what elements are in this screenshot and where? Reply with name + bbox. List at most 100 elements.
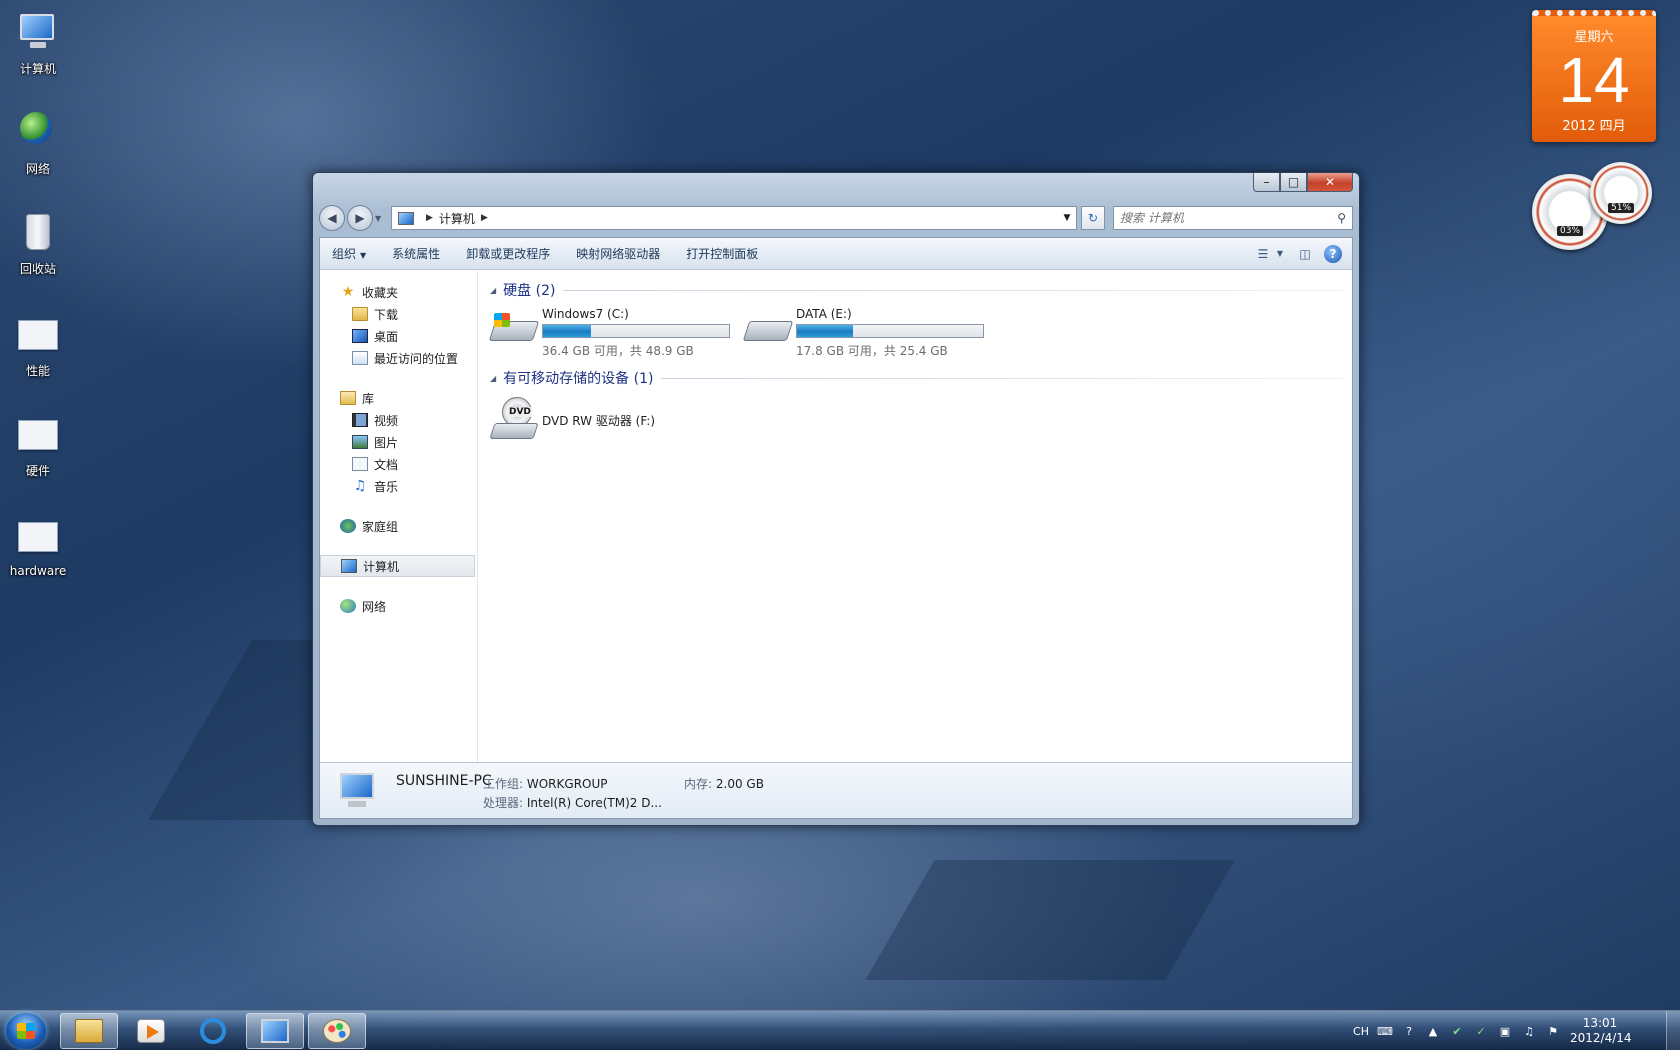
picture-icon xyxy=(352,435,368,449)
chevron-up-icon[interactable]: ▲ xyxy=(1424,1022,1442,1040)
search-box[interactable]: ⚲ xyxy=(1113,206,1353,230)
document-icon xyxy=(352,457,368,471)
refresh-button[interactable]: ↻ xyxy=(1081,206,1105,230)
network-icon xyxy=(340,599,356,613)
arrow-right-icon: ▶ xyxy=(355,211,365,225)
taskbar-paint[interactable] xyxy=(308,1013,366,1049)
content-pane: ◢ 硬盘 (2) Windows7 (C:) 36.4 GB 可用，共 48.9… xyxy=(480,271,1352,762)
close-button[interactable]: ✕ xyxy=(1307,173,1353,192)
system-properties-button[interactable]: 系统属性 xyxy=(392,245,440,262)
breadcrumb-separator[interactable]: ▶ xyxy=(481,213,488,223)
help-icon[interactable]: ? xyxy=(1324,244,1342,263)
nav-pictures[interactable]: 图片 xyxy=(320,431,477,453)
taskbar-computer-window[interactable] xyxy=(246,1013,304,1049)
taskbar: CH ⌨ ? ▲ ✔ ✓ ▣ ♫ ⚑ 13:01 2012/4/14 xyxy=(0,1010,1680,1050)
drive-item[interactable]: DATA (E:) 17.8 GB 可用，共 25.4 GB xyxy=(742,307,998,359)
nav-documents[interactable]: 文档 xyxy=(320,453,477,475)
action-center-flag-icon[interactable]: ⚑ xyxy=(1544,1022,1562,1040)
recent-pages-dropdown[interactable]: ▼ xyxy=(375,214,385,223)
start-button[interactable] xyxy=(6,1013,46,1049)
forward-button[interactable]: ▶ xyxy=(347,205,373,231)
preview-pane-icon[interactable]: ◫ xyxy=(1294,244,1316,264)
calendar-gadget[interactable]: 星期六 14 2012 四月 xyxy=(1532,10,1656,142)
recent-places-icon xyxy=(352,351,368,365)
nav-libraries[interactable]: 库 xyxy=(320,387,477,409)
desktop-icon-hardware-cn[interactable]: 硬件 xyxy=(4,410,72,479)
nav-computer[interactable]: 计算机 xyxy=(320,555,475,577)
drive-free-space: 36.4 GB 可用，共 48.9 GB xyxy=(542,344,694,358)
dvd-drive-item[interactable]: DVD DVD RW 驱动器 (F:) xyxy=(489,389,1344,443)
calendar-year-month: 2012 四月 xyxy=(1562,119,1626,134)
address-dropdown-icon[interactable]: ▼ xyxy=(1058,213,1076,223)
keyboard-icon[interactable]: ⌨ xyxy=(1376,1022,1394,1040)
desktop-icon-performance[interactable]: 性能 xyxy=(4,310,72,379)
maximize-button[interactable]: □ xyxy=(1280,173,1307,192)
hard-disk-list: Windows7 (C:) 36.4 GB 可用，共 48.9 GB DATA … xyxy=(488,301,1344,367)
refresh-icon: ↻ xyxy=(1087,211,1099,225)
nav-desktop[interactable]: 桌面 xyxy=(320,325,477,347)
calendar-weekday: 星期六 xyxy=(1574,30,1614,45)
desktop-icon-computer[interactable]: 计算机 xyxy=(4,8,72,77)
nav-homegroup[interactable]: 家庭组 xyxy=(320,515,477,537)
computer-name: SUNSHINE-PC xyxy=(396,773,492,789)
system-drive-icon xyxy=(488,307,540,347)
explorer-window: – □ ✕ ◀ ▶ ▼ ▶ 计算机 ▶ ▼ ↻ ⚲ 组织▼ 系统属性 卸载或更改… xyxy=(312,172,1360,826)
drive-item[interactable]: Windows7 (C:) 36.4 GB 可用，共 48.9 GB xyxy=(488,307,744,359)
command-bar: 组织 ▼ 系统属性 卸载或更改程序 映射网络驱动器 打开控制面板 ☰ ▼ ◫ ? xyxy=(320,238,1352,270)
nav-recent-places[interactable]: 最近访问的位置 xyxy=(320,347,477,369)
search-input[interactable] xyxy=(1120,211,1338,225)
desktop-icon-label: 性能 xyxy=(25,364,50,378)
security-icon[interactable]: ✔ xyxy=(1448,1022,1466,1040)
desktop-icon-recycle-bin[interactable]: 回收站 xyxy=(4,208,72,277)
breadcrumb-computer[interactable]: 计算机 xyxy=(439,210,475,227)
taskbar-ie[interactable] xyxy=(184,1013,242,1049)
desktop-icon-network[interactable]: 网络 xyxy=(4,108,72,177)
computer-icon xyxy=(336,771,382,811)
breadcrumb-separator[interactable]: ▶ xyxy=(426,213,433,223)
nav-videos[interactable]: 视频 xyxy=(320,409,477,431)
workgroup-row: 工作组: WORKGROUP xyxy=(483,777,608,791)
help-icon[interactable]: ? xyxy=(1400,1022,1418,1040)
nav-downloads[interactable]: 下载 xyxy=(320,303,477,325)
taskbar-media-player[interactable] xyxy=(122,1013,180,1049)
collapse-icon[interactable]: ◢ xyxy=(490,374,496,383)
taskbar-explorer[interactable] xyxy=(60,1013,118,1049)
uninstall-program-button[interactable]: 卸载或更改程序 xyxy=(466,245,550,262)
details-pane: SUNSHINE-PC 工作组: WORKGROUP 内存: 2.00 GB 处… xyxy=(320,762,1352,818)
clock[interactable]: 13:01 2012/4/14 xyxy=(1570,1016,1632,1046)
nav-music[interactable]: ♫ 音乐 xyxy=(320,475,477,497)
desktop-icon-hardware[interactable]: hardware xyxy=(4,512,72,578)
update-icon[interactable]: ✓ xyxy=(1472,1022,1490,1040)
minimize-button[interactable]: – xyxy=(1253,173,1280,192)
video-icon xyxy=(352,413,368,427)
show-desktop-button[interactable] xyxy=(1666,1011,1680,1050)
window-controls: – □ ✕ xyxy=(1253,173,1353,192)
memory-percent: 51% xyxy=(1607,202,1635,213)
address-bar[interactable]: ▶ 计算机 ▶ ▼ xyxy=(391,206,1077,230)
open-control-panel-button[interactable]: 打开控制面板 xyxy=(686,245,758,262)
back-button[interactable]: ◀ xyxy=(319,205,345,231)
chevron-down-icon[interactable]: ▼ xyxy=(1274,244,1286,264)
chevron-down-icon: ▼ xyxy=(360,251,367,260)
nav-favorites[interactable]: ★ 收藏夹 xyxy=(320,281,477,303)
desktop-icon-label: 硬件 xyxy=(25,464,50,478)
language-indicator[interactable]: CH xyxy=(1352,1022,1370,1040)
memory-meter-gadget[interactable]: 51% xyxy=(1590,162,1652,224)
library-icon xyxy=(340,391,356,405)
shortcut-icon xyxy=(14,410,62,458)
music-icon: ♫ xyxy=(353,478,367,494)
map-network-drive-button[interactable]: 映射网络驱动器 xyxy=(576,245,660,262)
network-status-icon[interactable]: ▣ xyxy=(1496,1022,1514,1040)
windows-logo-icon xyxy=(17,1023,35,1039)
volume-icon[interactable]: ♫ xyxy=(1520,1022,1538,1040)
collapse-icon[interactable]: ◢ xyxy=(490,286,496,295)
nav-network[interactable]: 网络 xyxy=(320,595,477,617)
view-options-icon[interactable]: ☰ xyxy=(1252,244,1274,264)
group-header-removable[interactable]: ◢ 有可移动存储的设备 (1) xyxy=(490,367,1344,389)
organize-menu[interactable]: 组织 ▼ xyxy=(332,245,366,262)
desktop-icon-label: 回收站 xyxy=(19,262,56,276)
internet-explorer-icon xyxy=(200,1018,226,1044)
group-header-hard-disks[interactable]: ◢ 硬盘 (2) xyxy=(490,279,1344,301)
search-icon[interactable]: ⚲ xyxy=(1337,211,1346,225)
drive-name: Windows7 (C:) xyxy=(542,307,629,321)
